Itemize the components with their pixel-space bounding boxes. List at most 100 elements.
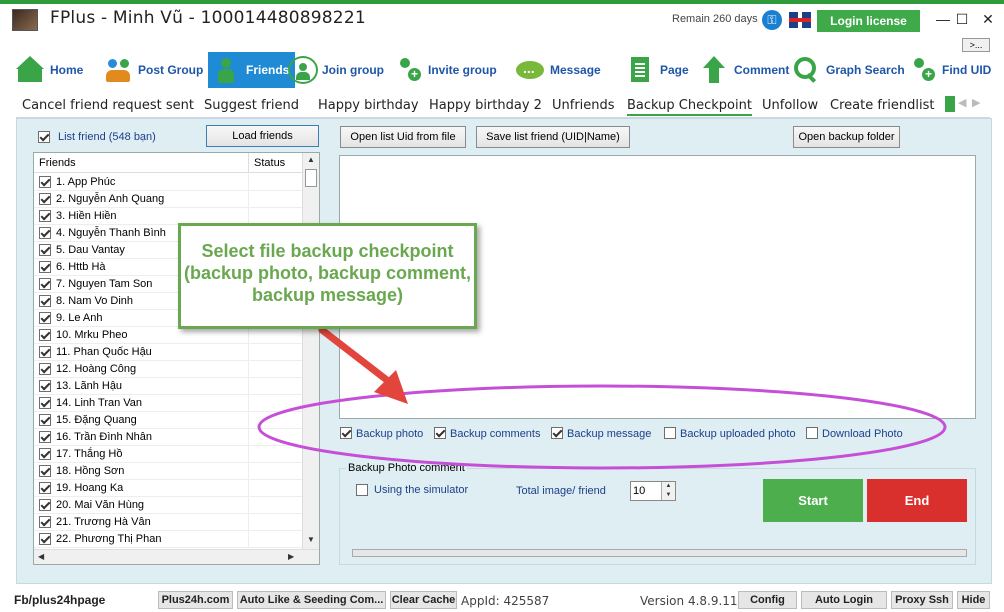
save-list-friend-button[interactable]: Save list friend (UID|Name) — [476, 126, 630, 148]
tab-happy-birthday-2[interactable]: Happy birthday 2 — [429, 98, 542, 113]
menu-post-group[interactable]: Post Group — [104, 52, 203, 88]
table-row[interactable]: 2. Nguyễn Anh Quang — [34, 191, 302, 208]
scroll-up-icon[interactable]: ▲ — [307, 155, 315, 164]
tab-backup-checkpoint[interactable]: Backup Checkpoint — [627, 98, 752, 116]
more-button[interactable]: >... — [962, 38, 990, 52]
menu-friends[interactable]: Friends — [208, 52, 296, 88]
tab-create-friendlist[interactable]: Create friendlist — [830, 98, 934, 113]
row-checkbox[interactable] — [39, 278, 51, 290]
tab-unfollow[interactable]: Unfollow — [762, 98, 818, 113]
table-header: Friends Status — [34, 153, 302, 173]
row-checkbox[interactable] — [39, 482, 51, 494]
scrollbar-thumb[interactable] — [305, 169, 317, 187]
scroll-down-icon[interactable]: ▼ — [307, 535, 315, 544]
row-checkbox[interactable] — [39, 397, 51, 409]
end-button[interactable]: End — [867, 479, 967, 522]
config-button[interactable]: Config — [738, 591, 797, 609]
row-checkbox[interactable] — [39, 380, 51, 392]
clear-cache-button[interactable]: Clear Cache — [390, 591, 457, 609]
table-row[interactable]: 20. Mai Văn Hùng — [34, 497, 302, 514]
auto-login-button[interactable]: Auto Login — [801, 591, 887, 609]
load-friends-button[interactable]: Load friends — [206, 125, 319, 147]
friend-name: 3. Hiền Hiền — [56, 210, 117, 222]
friend-name: 5. Dau Vantay — [56, 244, 125, 256]
tab-overflow-button[interactable] — [945, 96, 955, 112]
row-checkbox[interactable] — [39, 414, 51, 426]
add-user-icon — [394, 56, 424, 84]
menu-home[interactable]: Home — [16, 52, 83, 88]
tab-suggest-friend[interactable]: Suggest friend — [204, 98, 299, 113]
horizontal-scrollbar[interactable]: ◀ ▶ — [34, 549, 319, 564]
row-checkbox[interactable] — [39, 176, 51, 188]
friend-table: Friends Status 1. App Phúc 2. Nguyễn Anh … — [33, 152, 320, 565]
row-checkbox[interactable] — [39, 244, 51, 256]
row-checkbox[interactable] — [39, 210, 51, 222]
table-row[interactable]: 1. App Phúc — [34, 174, 302, 191]
row-checkbox[interactable] — [39, 448, 51, 460]
hide-button[interactable]: Hide — [957, 591, 990, 609]
close-button[interactable]: ✕ — [973, 8, 1003, 30]
auto-like-seeding-button[interactable]: Auto Like & Seeding Com... — [237, 591, 386, 609]
proxy-ssh-button[interactable]: Proxy Ssh — [891, 591, 953, 609]
menu-join-group[interactable]: Join group — [288, 52, 384, 88]
friend-name: 12. Hoàng Công — [56, 363, 137, 375]
menu-graph-search[interactable]: Graph Search — [792, 52, 905, 88]
table-row[interactable]: 21. Trương Hà Vân — [34, 514, 302, 531]
tab-scroll-right-icon[interactable]: ▶ — [972, 96, 980, 109]
row-checkbox[interactable] — [39, 193, 51, 205]
progress-bar — [352, 549, 967, 557]
tab-happy-birthday[interactable]: Happy birthday — [318, 98, 419, 113]
table-row[interactable]: 19. Hoang Ka — [34, 480, 302, 497]
version-label: Version 4.8.9.11 — [640, 594, 738, 608]
menu-comment[interactable]: Comment — [700, 52, 789, 88]
row-checkbox[interactable] — [39, 465, 51, 477]
simulator-checkbox[interactable] — [356, 484, 368, 496]
friend-name: 10. Mrku Pheo — [56, 329, 128, 341]
title-bar: FPlus - Minh Vũ - 100014480898221 Remain… — [0, 0, 1004, 36]
column-header-status[interactable]: Status — [254, 157, 285, 169]
key-icon[interactable]: ⚿ — [762, 10, 782, 30]
friend-name: 20. Mai Văn Hùng — [56, 499, 145, 511]
open-backup-folder-button[interactable]: Open backup folder — [793, 126, 900, 148]
scroll-right-icon[interactable]: ▶ — [288, 552, 294, 561]
row-checkbox[interactable] — [39, 431, 51, 443]
menu-find-uid[interactable]: Find UID — [908, 52, 991, 88]
instruction-callout: Select file backup checkpoint (backup ph… — [178, 223, 477, 329]
friend-name: 21. Trương Hà Vân — [56, 516, 151, 528]
callout-text: Select file backup checkpoint (backup ph… — [183, 241, 472, 305]
arrow-up-icon — [700, 56, 730, 84]
menu-invite-group[interactable]: Invite group — [394, 52, 497, 88]
row-checkbox[interactable] — [39, 516, 51, 528]
row-checkbox[interactable] — [39, 533, 51, 545]
total-image-label: Total image/ friend — [516, 485, 606, 497]
table-row[interactable]: 22. Phương Thị Phan — [34, 531, 302, 548]
table-row[interactable]: 12. Hoàng Công — [34, 361, 302, 378]
friend-name: 1. App Phúc — [56, 176, 116, 188]
row-checkbox[interactable] — [39, 295, 51, 307]
scroll-left-icon[interactable]: ◀ — [38, 552, 44, 561]
spinner-icon[interactable]: ▲ ▼ — [661, 482, 675, 500]
tab-cancel-friend-request[interactable]: Cancel friend request sent — [22, 98, 194, 113]
row-checkbox[interactable] — [39, 329, 51, 341]
row-checkbox[interactable] — [39, 346, 51, 358]
list-friend-checkbox[interactable] — [38, 131, 50, 143]
login-license-button[interactable]: Login license — [817, 10, 920, 32]
menu-page[interactable]: Page — [626, 52, 689, 88]
menu-message[interactable]: Message — [516, 52, 601, 88]
row-checkbox[interactable] — [39, 312, 51, 324]
table-row[interactable]: 11. Phan Quốc Hậu — [34, 344, 302, 361]
plus24h-button[interactable]: Plus24h.com — [158, 591, 233, 609]
tab-unfriends[interactable]: Unfriends — [552, 98, 615, 113]
facebook-page-link[interactable]: Fb/plus24hpage — [14, 593, 105, 607]
row-checkbox[interactable] — [39, 363, 51, 375]
tab-scroll-left-icon[interactable]: ◀ — [958, 96, 966, 109]
row-checkbox[interactable] — [39, 261, 51, 273]
open-list-uid-button[interactable]: Open list Uid from file — [340, 126, 466, 148]
uk-flag-icon[interactable] — [789, 12, 811, 28]
menu-label: Page — [660, 63, 689, 77]
row-checkbox[interactable] — [39, 227, 51, 239]
table-row[interactable]: 10. Mrku Pheo — [34, 327, 302, 344]
row-checkbox[interactable] — [39, 499, 51, 511]
start-button[interactable]: Start — [763, 479, 863, 522]
column-header-friends[interactable]: Friends — [39, 157, 76, 169]
